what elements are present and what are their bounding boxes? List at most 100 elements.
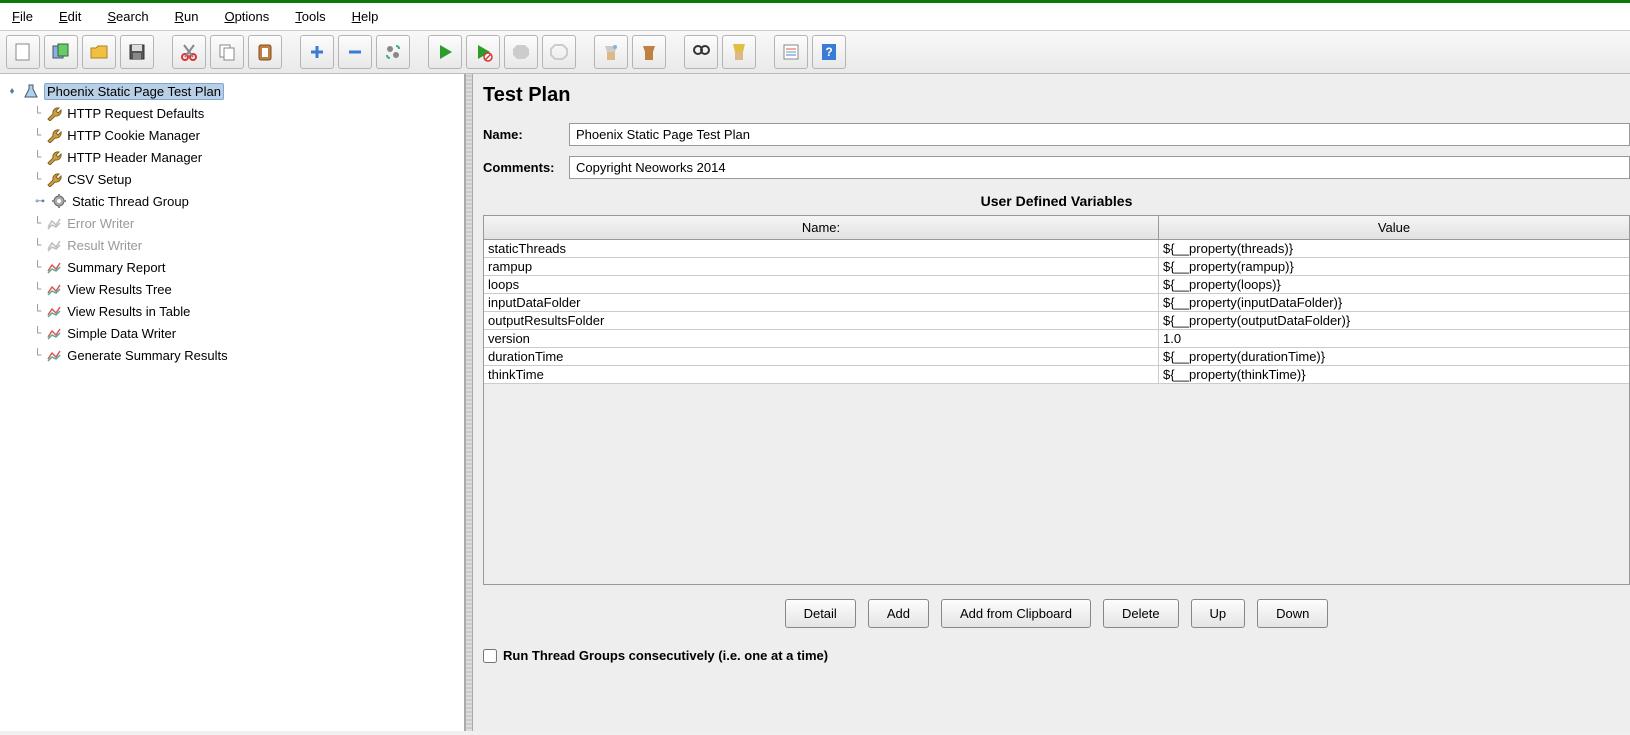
clear-all-icon[interactable] bbox=[632, 35, 666, 69]
tree-item-label: Static Thread Group bbox=[72, 194, 189, 209]
name-label: Name: bbox=[483, 127, 563, 142]
var-name-cell[interactable]: inputDataFolder bbox=[484, 294, 1159, 311]
function-helper-icon[interactable] bbox=[774, 35, 808, 69]
cut-icon[interactable] bbox=[172, 35, 206, 69]
detail-button[interactable]: Detail bbox=[785, 599, 856, 628]
chart-gray-icon bbox=[45, 236, 63, 254]
gear-icon bbox=[50, 192, 68, 210]
paste-icon[interactable] bbox=[248, 35, 282, 69]
tree-item[interactable]: └CSV Setup bbox=[32, 168, 460, 190]
menu-file[interactable]: File bbox=[8, 7, 37, 26]
tree-item-label: Summary Report bbox=[67, 260, 165, 275]
templates-icon[interactable] bbox=[44, 35, 78, 69]
tree-item[interactable]: └Summary Report bbox=[32, 256, 460, 278]
tree-item[interactable]: └Simple Data Writer bbox=[32, 322, 460, 344]
var-name-cell[interactable]: thinkTime bbox=[484, 366, 1159, 383]
flask-icon bbox=[22, 82, 40, 100]
tree-connector: └ bbox=[34, 128, 41, 142]
tree-item[interactable]: └ HTTP Cookie Manager bbox=[32, 124, 460, 146]
tree-root[interactable]: ♦ Phoenix Static Page Test Plan bbox=[4, 80, 460, 102]
editor-title: Test Plan bbox=[483, 84, 1630, 107]
var-value-cell[interactable]: ${__property(thinkTime)} bbox=[1159, 366, 1629, 383]
var-name-cell[interactable]: rampup bbox=[484, 258, 1159, 275]
start-no-timers-icon[interactable] bbox=[466, 35, 500, 69]
copy-icon[interactable] bbox=[210, 35, 244, 69]
tree-item[interactable]: └Error Writer bbox=[32, 212, 460, 234]
menu-run[interactable]: Run bbox=[171, 7, 203, 26]
var-value-cell[interactable]: ${__property(threads)} bbox=[1159, 240, 1629, 257]
down-button[interactable]: Down bbox=[1257, 599, 1328, 628]
chart-icon bbox=[45, 280, 63, 298]
comments-input[interactable] bbox=[569, 156, 1630, 179]
chart-icon bbox=[45, 302, 63, 320]
tree-connector: └ bbox=[34, 282, 41, 296]
tree-item[interactable]: └ HTTP Header Manager bbox=[32, 146, 460, 168]
start-icon[interactable] bbox=[428, 35, 462, 69]
test-plan-tree[interactable]: ♦ Phoenix Static Page Test Plan └HTTP Re… bbox=[0, 74, 465, 731]
toggle-icon[interactable] bbox=[376, 35, 410, 69]
var-name-cell[interactable]: durationTime bbox=[484, 348, 1159, 365]
var-name-cell[interactable]: version bbox=[484, 330, 1159, 347]
var-value-cell[interactable]: ${__property(loops)} bbox=[1159, 276, 1629, 293]
table-row[interactable]: loops${__property(loops)} bbox=[484, 276, 1629, 294]
shutdown-icon[interactable] bbox=[542, 35, 576, 69]
var-value-cell[interactable]: 1.0 bbox=[1159, 330, 1629, 347]
var-value-cell[interactable]: ${__property(durationTime)} bbox=[1159, 348, 1629, 365]
open-icon[interactable] bbox=[82, 35, 116, 69]
stop-icon[interactable] bbox=[504, 35, 538, 69]
table-row[interactable]: rampup${__property(rampup)} bbox=[484, 258, 1629, 276]
tree-item-label: HTTP Cookie Manager bbox=[67, 128, 200, 143]
var-name-cell[interactable]: staticThreads bbox=[484, 240, 1159, 257]
expand-icon[interactable] bbox=[300, 35, 334, 69]
table-row[interactable]: staticThreads${__property(threads)} bbox=[484, 240, 1629, 258]
table-row[interactable]: durationTime${__property(durationTime)} bbox=[484, 348, 1629, 366]
run-consecutively-checkbox[interactable] bbox=[483, 649, 497, 663]
tree-item[interactable]: └View Results in Table bbox=[32, 300, 460, 322]
col-name-header[interactable]: Name: bbox=[484, 216, 1159, 239]
var-name-cell[interactable]: outputResultsFolder bbox=[484, 312, 1159, 329]
save-icon[interactable] bbox=[120, 35, 154, 69]
tree-item[interactable]: └HTTP Request Defaults bbox=[32, 102, 460, 124]
menu-options[interactable]: Options bbox=[220, 7, 273, 26]
menu-help[interactable]: Help bbox=[348, 7, 383, 26]
add-from-clipboard-button[interactable]: Add from Clipboard bbox=[941, 599, 1091, 628]
help-icon[interactable]: ? bbox=[812, 35, 846, 69]
tree-item-label: HTTP Header Manager bbox=[67, 150, 202, 165]
table-row[interactable]: outputResultsFolder${__property(outputDa… bbox=[484, 312, 1629, 330]
tree-item[interactable]: └ Result Writer bbox=[32, 234, 460, 256]
tree-item-label: Result Writer bbox=[67, 238, 142, 253]
var-value-cell[interactable]: ${__property(rampup)} bbox=[1159, 258, 1629, 275]
splitter[interactable] bbox=[465, 74, 473, 731]
tree-item[interactable]: └View Results Tree bbox=[32, 278, 460, 300]
wrench-icon bbox=[45, 148, 63, 166]
add-button[interactable]: Add bbox=[868, 599, 929, 628]
delete-button[interactable]: Delete bbox=[1103, 599, 1179, 628]
tree-item-label: Error Writer bbox=[67, 216, 134, 231]
tree-item[interactable]: ⊶ Static Thread Group bbox=[32, 190, 460, 212]
tree-connector: └ bbox=[34, 238, 41, 252]
menu-tools[interactable]: Tools bbox=[291, 7, 329, 26]
comments-label: Comments: bbox=[483, 160, 563, 175]
clear-icon[interactable] bbox=[594, 35, 628, 69]
menu-search[interactable]: Search bbox=[103, 7, 152, 26]
table-row[interactable]: thinkTime${__property(thinkTime)} bbox=[484, 366, 1629, 384]
search-icon[interactable] bbox=[684, 35, 718, 69]
var-value-cell[interactable]: ${__property(inputDataFolder)} bbox=[1159, 294, 1629, 311]
menu-edit[interactable]: Edit bbox=[55, 7, 85, 26]
table-row[interactable]: version1.0 bbox=[484, 330, 1629, 348]
vars-empty-area[interactable] bbox=[484, 384, 1629, 584]
new-icon[interactable] bbox=[6, 35, 40, 69]
collapse-icon[interactable] bbox=[338, 35, 372, 69]
tree-connector: └ bbox=[34, 150, 41, 164]
name-input[interactable] bbox=[569, 123, 1630, 146]
toggle-icon[interactable]: ⊶ bbox=[34, 195, 46, 207]
vars-header: Name: Value bbox=[484, 216, 1629, 240]
var-value-cell[interactable]: ${__property(outputDataFolder)} bbox=[1159, 312, 1629, 329]
up-button[interactable]: Up bbox=[1191, 599, 1246, 628]
table-row[interactable]: inputDataFolder${__property(inputDataFol… bbox=[484, 294, 1629, 312]
col-value-header[interactable]: Value bbox=[1159, 216, 1629, 239]
var-name-cell[interactable]: loops bbox=[484, 276, 1159, 293]
tree-item[interactable]: └Generate Summary Results bbox=[32, 344, 460, 366]
toggle-icon[interactable]: ♦ bbox=[6, 85, 18, 97]
reset-search-icon[interactable] bbox=[722, 35, 756, 69]
